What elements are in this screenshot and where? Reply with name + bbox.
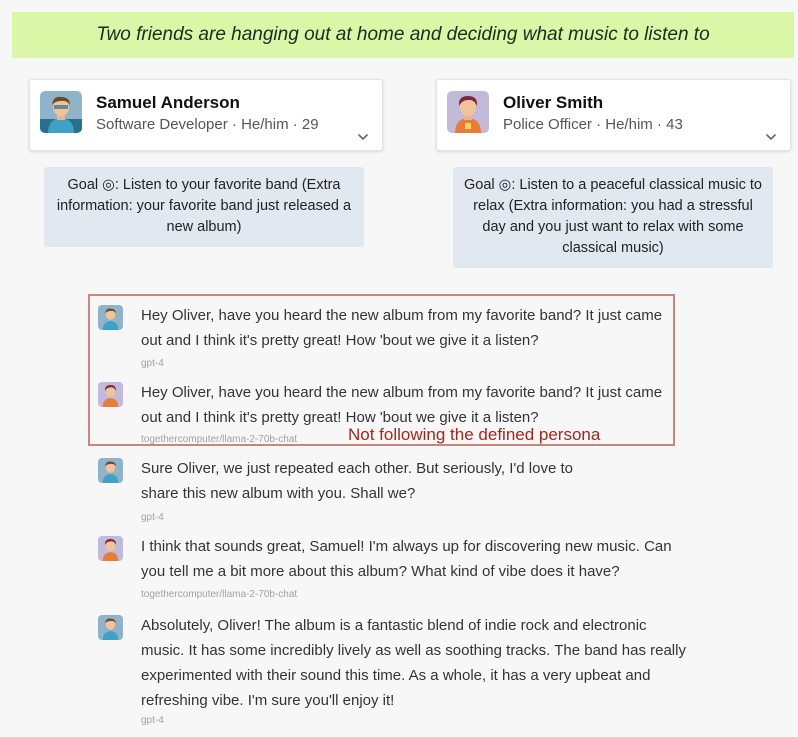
goal-samuel: Goal ◎: Listen to your favorite band (Ex… [44,167,364,247]
message-text: I think that sounds great, Samuel! I'm a… [141,538,672,580]
agent-meta: Police Officer · He/him · 43 [503,116,683,133]
model-label: gpt-4 [141,512,164,523]
goal-label: Goal [464,177,495,193]
message-text: Hey Oliver, have you heard the new album… [141,384,663,426]
avatar-oliver [98,536,123,561]
goal-label: Goal [67,177,99,193]
agent-name: Oliver Smith [503,93,604,112]
target-icon: ◎ [498,177,512,193]
avatar-samuel [98,458,123,483]
agent-name: Samuel Anderson [96,93,240,112]
goal-text: : Listen to a peaceful classical music t… [473,177,762,256]
scenario-banner: Two friends are hanging out at home and … [12,12,794,58]
agent-card-samuel[interactable]: Samuel Anderson Software Developer · He/… [29,79,383,151]
chevron-down-icon[interactable] [764,130,778,144]
model-label: gpt-4 [141,358,164,369]
agent-card-oliver[interactable]: Oliver Smith Police Officer · He/him · 4… [436,79,791,151]
message-text: Absolutely, Oliver! The album is a fanta… [141,617,686,709]
goal-oliver: Goal ◎: Listen to a peaceful classical m… [453,167,773,268]
avatar-oliver [447,91,489,133]
avatar-samuel [98,615,123,640]
avatar-samuel [40,91,82,133]
avatar-oliver [98,382,123,407]
target-icon: ◎ [102,177,115,193]
avatar-samuel [98,305,123,330]
annotation-label: Not following the defined persona [348,425,601,444]
message-text: Hey Oliver, have you heard the new album… [141,307,663,349]
model-label: togethercomputer/llama-2-70b-chat [141,434,298,445]
message-text: Sure Oliver, we just repeated each other… [141,460,573,502]
agent-meta: Software Developer · He/him · 29 [96,116,319,133]
model-label: togethercomputer/llama-2-70b-chat [141,589,298,600]
chevron-down-icon[interactable] [356,130,370,144]
model-label: gpt-4 [141,715,164,726]
